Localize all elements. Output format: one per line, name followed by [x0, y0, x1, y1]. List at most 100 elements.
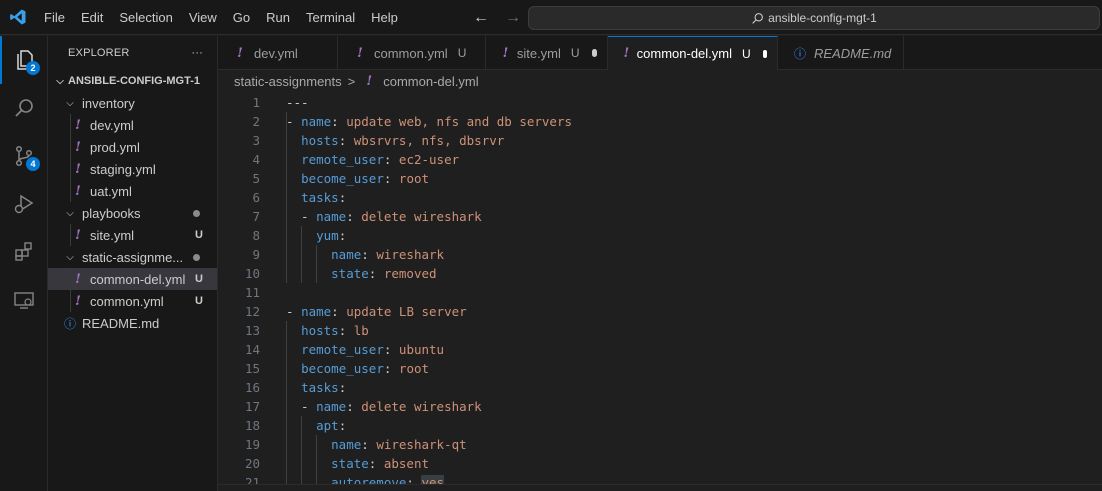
menu-go[interactable]: Go	[225, 0, 258, 35]
tree-item-label: playbooks	[82, 205, 141, 221]
tree-file-staging-yml[interactable]: ! staging.yml	[48, 158, 217, 180]
tab-readme-md[interactable]: ⓘ README.md	[778, 36, 904, 70]
info-icon: ⓘ	[793, 46, 806, 61]
code-text: remote_user: ec2-user	[301, 152, 460, 167]
code-line[interactable]: 17 - name: delete wireshark	[218, 397, 1102, 416]
tab-label: common-del.yml	[636, 46, 732, 61]
yaml-file-icon: !	[75, 161, 81, 177]
tree-file-common-del-yml[interactable]: ! common-del.yml U	[48, 268, 217, 290]
menu-help[interactable]: Help	[363, 0, 406, 35]
code-line[interactable]: 6 tasks:	[218, 188, 1102, 207]
extensions-activity[interactable]	[0, 228, 48, 276]
untracked-status: U	[195, 273, 203, 285]
indent-guide	[301, 416, 303, 491]
code-line[interactable]: 3 hosts: wbsrvrs, nfs, dbsrvr	[218, 131, 1102, 150]
line-number: 2	[252, 114, 260, 129]
code-text: - name: delete wireshark	[286, 399, 482, 414]
menu-run[interactable]: Run	[258, 0, 298, 35]
unsaved-dot-icon[interactable]	[591, 49, 597, 57]
tree-folder-static-assignments[interactable]: ⌵ static-assignme...	[48, 246, 217, 268]
tree-file-dev-yml[interactable]: ! dev.yml	[48, 114, 217, 136]
explorer-header: EXPLORER ···	[48, 36, 217, 70]
indent-guide	[70, 114, 71, 136]
code-line[interactable]: 5 become_user: root	[218, 169, 1102, 188]
search-activity[interactable]	[0, 84, 48, 132]
tree-file-common-yml[interactable]: ! common.yml U	[48, 290, 217, 312]
tab-site-yml[interactable]: ! site.yml U	[486, 36, 608, 70]
indent-guide	[70, 268, 71, 290]
tree-file-prod-yml[interactable]: ! prod.yml	[48, 136, 217, 158]
menu-terminal[interactable]: Terminal	[298, 0, 363, 35]
menu-selection[interactable]: Selection	[111, 0, 180, 35]
code-line[interactable]: 10 state: removed	[218, 264, 1102, 283]
tab-label: site.yml	[516, 45, 561, 61]
tree-item-label: README.md	[82, 315, 160, 331]
code-line[interactable]: 16 tasks:	[218, 378, 1102, 397]
chevron-down-icon: ⌵	[66, 207, 74, 219]
tree-item-label: staging.yml	[90, 161, 156, 177]
line-number: 4	[252, 152, 260, 167]
title-bar: File Edit Selection View Go Run Terminal…	[0, 0, 1102, 35]
back-arrow-icon[interactable]: ←	[470, 9, 492, 27]
untracked-status: U	[457, 46, 467, 60]
line-number: 10	[244, 266, 260, 281]
code-line[interactable]: 18 apt:	[218, 416, 1102, 435]
line-number: 14	[244, 342, 260, 357]
code-line[interactable]: 2 - name: update web, nfs and db servers	[218, 112, 1102, 131]
code-line[interactable]: 20 state: absent	[218, 454, 1102, 473]
yaml-file-icon: !	[366, 73, 373, 89]
code-line[interactable]: 15 become_user: root	[218, 359, 1102, 378]
code-line[interactable]: 12 - name: update LB server	[218, 302, 1102, 321]
line-number: 11	[244, 285, 260, 300]
tree-file-readme-md[interactable]: ⓘ README.md	[48, 312, 217, 334]
code-editor[interactable]: 1 --- 2 - name: update web, nfs and db serv…	[218, 92, 1102, 491]
yaml-file-icon: !	[623, 46, 630, 61]
indent-guide	[70, 290, 71, 312]
code-line[interactable]: 4 remote_user: ec2-user	[218, 150, 1102, 169]
line-number: 8	[252, 228, 260, 243]
tree-file-site-yml[interactable]: ! site.yml U	[48, 224, 217, 246]
indent-guide	[316, 245, 318, 283]
menu-view[interactable]: View	[181, 0, 225, 35]
run-debug-activity[interactable]	[0, 180, 48, 228]
more-actions-icon[interactable]: ···	[191, 47, 203, 59]
workspace-root[interactable]: ⌵ ANSIBLE-CONFIG-MGT-1	[48, 70, 217, 92]
breadcrumb-separator: >	[347, 73, 356, 89]
code-text: become_user: root	[301, 171, 430, 186]
tree-item-label: site.yml	[90, 227, 135, 243]
forward-arrow-icon[interactable]: →	[502, 9, 524, 27]
indent-guide	[70, 136, 71, 158]
line-number: 17	[244, 399, 260, 414]
code-line[interactable]: 1 ---	[218, 93, 1102, 112]
code-line[interactable]: 8 yum:	[218, 226, 1102, 245]
command-center-search[interactable]: ansible-config-mgt-1	[528, 6, 1100, 30]
tab-dev-yml[interactable]: ! dev.yml	[218, 36, 338, 70]
unsaved-dot-icon[interactable]	[762, 49, 767, 58]
activity-bar: 2 4	[0, 36, 48, 491]
indent-guide	[301, 226, 303, 283]
tree-folder-playbooks[interactable]: ⌵ playbooks	[48, 202, 217, 224]
remote-explorer-activity[interactable]	[0, 276, 48, 324]
tree-file-uat-yml[interactable]: ! uat.yml	[48, 180, 217, 202]
tab-common-del-yml[interactable]: ! common-del.yml U	[608, 36, 778, 70]
code-line[interactable]: 11	[218, 283, 1102, 302]
yaml-file-icon: !	[75, 183, 81, 199]
code-line[interactable]: 14 remote_user: ubuntu	[218, 340, 1102, 359]
tree-item-label: prod.yml	[90, 139, 140, 155]
breadcrumb-file[interactable]: common-del.yml	[383, 74, 478, 89]
breadcrumb-folder[interactable]: static-assignments	[234, 74, 342, 89]
code-line[interactable]: 9 name: wireshark	[218, 245, 1102, 264]
tree-folder-inventory[interactable]: ⌵ inventory	[48, 92, 217, 114]
explorer-activity[interactable]: 2	[0, 36, 48, 84]
menu-file[interactable]: File	[36, 0, 73, 35]
tab-common-yml[interactable]: ! common.yml U	[338, 36, 486, 70]
code-text: remote_user: ubuntu	[301, 342, 445, 357]
yaml-file-icon: !	[75, 271, 81, 287]
code-line[interactable]: 19 name: wireshark-qt	[218, 435, 1102, 454]
code-line[interactable]: 13 hosts: lb	[218, 321, 1102, 340]
menu-edit[interactable]: Edit	[73, 0, 111, 35]
explorer-title: EXPLORER	[68, 47, 130, 59]
code-line[interactable]: 7 - name: delete wireshark	[218, 207, 1102, 226]
source-control-activity[interactable]: 4	[0, 132, 48, 180]
line-number: 5	[252, 171, 260, 186]
